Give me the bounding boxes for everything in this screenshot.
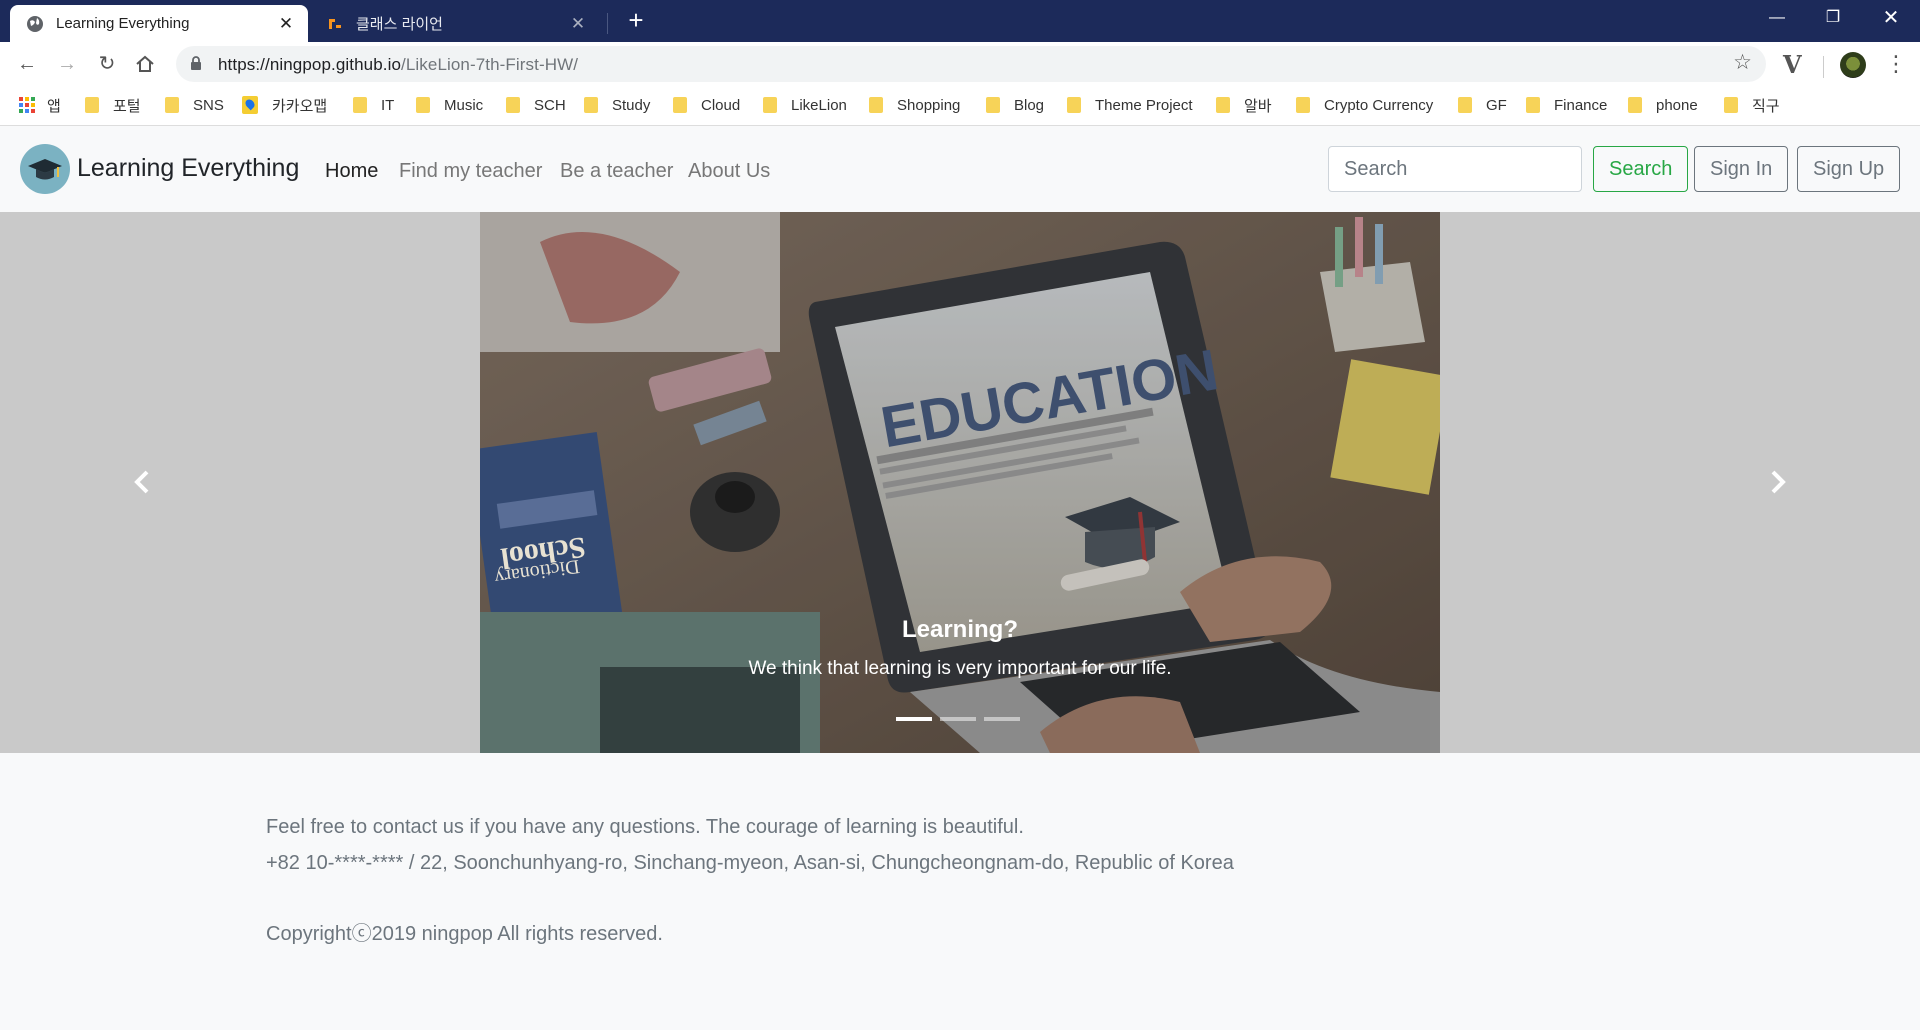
search-button[interactable]: Search <box>1593 146 1689 192</box>
home-icon[interactable] <box>135 54 155 74</box>
bookmark-folder[interactable]: Study <box>584 94 650 116</box>
carousel-indicator-1[interactable] <box>896 717 932 721</box>
folder-icon <box>1296 97 1310 113</box>
bookmark-star-icon[interactable]: ☆ <box>1733 50 1752 75</box>
tab-title: Learning Everything <box>56 15 190 32</box>
bookmark-folder[interactable]: 포털 <box>85 94 141 116</box>
bookmark-folder[interactable]: Finance <box>1526 94 1607 116</box>
vimeo-extension-icon[interactable]: V <box>1783 50 1802 79</box>
bookmarks-bar: 앱 포털 SNS 카카오맵 IT Music SCH Study Cloud L… <box>0 86 1920 126</box>
browser-tabstrip: Learning Everything ✕ 클래스 라이언 ✕ + — ❐ ✕ <box>0 0 1920 42</box>
sign-up-button[interactable]: Sign Up <box>1797 146 1901 192</box>
folder-icon <box>584 97 598 113</box>
carousel-prev-icon[interactable] <box>128 467 158 497</box>
bookmark-folder[interactable]: Blog <box>986 94 1044 116</box>
folder-icon <box>506 97 520 113</box>
folder-icon <box>416 97 430 113</box>
restore-button[interactable]: ❐ <box>1810 0 1856 36</box>
carousel-next-icon[interactable] <box>1762 467 1792 497</box>
tab-class-lion[interactable]: 클래스 라이언 ✕ <box>310 5 600 42</box>
folder-icon <box>1724 97 1738 113</box>
likelion-favicon-icon <box>329 18 341 29</box>
bookmark-folder[interactable]: IT <box>353 94 394 116</box>
footer-copyright: Copyrightⓒ2019 ningpop All rights reserv… <box>266 923 663 945</box>
reload-icon[interactable]: ↻ <box>93 50 121 78</box>
carousel-indicator-3[interactable] <box>984 717 1020 721</box>
carousel-indicators <box>896 717 1020 721</box>
bookmark-folder[interactable]: GF <box>1458 94 1507 116</box>
bookmark-folder[interactable]: 알바 <box>1216 94 1272 116</box>
toolbar-divider <box>1823 56 1824 78</box>
folder-icon <box>1628 97 1642 113</box>
folder-icon <box>763 97 777 113</box>
close-window-button[interactable]: ✕ <box>1868 0 1914 36</box>
lock-icon <box>191 56 201 70</box>
folder-icon <box>673 97 687 113</box>
search-input[interactable] <box>1328 146 1582 192</box>
bookmark-folder[interactable]: SCH <box>506 94 566 116</box>
footer-contact-line: Feel free to contact us if you have any … <box>266 816 1024 838</box>
tab-title: 클래스 라이언 <box>356 16 443 33</box>
bookmark-folder[interactable]: Crypto Currency <box>1296 94 1433 116</box>
bookmark-folder[interactable]: 직구 <box>1724 94 1780 116</box>
hero-carousel: EDUCATION School Dictionary Learning? We… <box>0 212 1920 753</box>
tab-divider <box>607 13 608 34</box>
tab-close-icon[interactable]: ✕ <box>568 14 588 34</box>
bookmark-folder[interactable]: Cloud <box>673 94 740 116</box>
folder-icon <box>1216 97 1230 113</box>
browser-toolbar: ← → ↻ https://ningpop.github.io/LikeLion… <box>0 42 1920 86</box>
carousel-caption-title: Learning? <box>901 616 1018 643</box>
carousel-caption-text: We think that learning is very important… <box>748 658 1172 679</box>
bookmark-folder[interactable]: Shopping <box>869 94 960 116</box>
graduation-cap-logo-icon[interactable] <box>20 144 70 194</box>
map-pin-icon <box>242 96 258 114</box>
nav-link-home[interactable]: Home <box>325 160 378 183</box>
footer-address-line: +82 10-****-**** / 22, Soonchunhyang-ro,… <box>266 852 1234 874</box>
back-arrow-icon[interactable]: ← <box>13 50 41 78</box>
folder-icon <box>353 97 367 113</box>
site-navbar: Learning Everything Home Find my teacher… <box>0 126 1920 212</box>
bookmark-folder[interactable]: phone <box>1628 94 1698 116</box>
bookmark-kakaomap[interactable]: 카카오맵 <box>242 94 327 116</box>
folder-icon <box>986 97 1000 113</box>
apps-grid-icon <box>19 97 35 113</box>
tab-close-icon[interactable]: ✕ <box>276 14 296 34</box>
nav-link-find-teacher[interactable]: Find my teacher <box>399 160 542 183</box>
sign-in-button[interactable]: Sign In <box>1694 146 1789 192</box>
profile-avatar[interactable] <box>1840 52 1866 78</box>
new-tab-button[interactable]: + <box>622 6 650 34</box>
bookmark-apps[interactable]: 앱 <box>19 94 61 116</box>
more-menu-icon[interactable]: ⋮ <box>1885 50 1907 78</box>
nav-link-about-us[interactable]: About Us <box>688 160 770 183</box>
minimize-button[interactable]: — <box>1754 0 1800 36</box>
folder-icon <box>869 97 883 113</box>
url-text: https://ningpop.github.io/LikeLion-7th-F… <box>218 55 579 74</box>
bookmark-folder[interactable]: Music <box>416 94 483 116</box>
brand-name[interactable]: Learning Everything <box>77 154 299 183</box>
folder-icon <box>1067 97 1081 113</box>
address-bar[interactable]: https://ningpop.github.io/LikeLion-7th-F… <box>176 46 1766 82</box>
folder-icon <box>1526 97 1540 113</box>
tab-learning-everything[interactable]: Learning Everything ✕ <box>10 5 308 42</box>
folder-icon <box>1458 97 1472 113</box>
bookmark-folder[interactable]: Theme Project <box>1067 94 1193 116</box>
folder-icon <box>165 97 179 113</box>
folder-icon <box>85 97 99 113</box>
bookmark-folder[interactable]: SNS <box>165 94 224 116</box>
forward-arrow-icon[interactable]: → <box>53 50 81 78</box>
bookmark-folder[interactable]: LikeLion <box>763 94 847 116</box>
globe-icon <box>27 15 43 32</box>
nav-link-be-teacher[interactable]: Be a teacher <box>560 160 673 183</box>
carousel-indicator-2[interactable] <box>940 717 976 721</box>
